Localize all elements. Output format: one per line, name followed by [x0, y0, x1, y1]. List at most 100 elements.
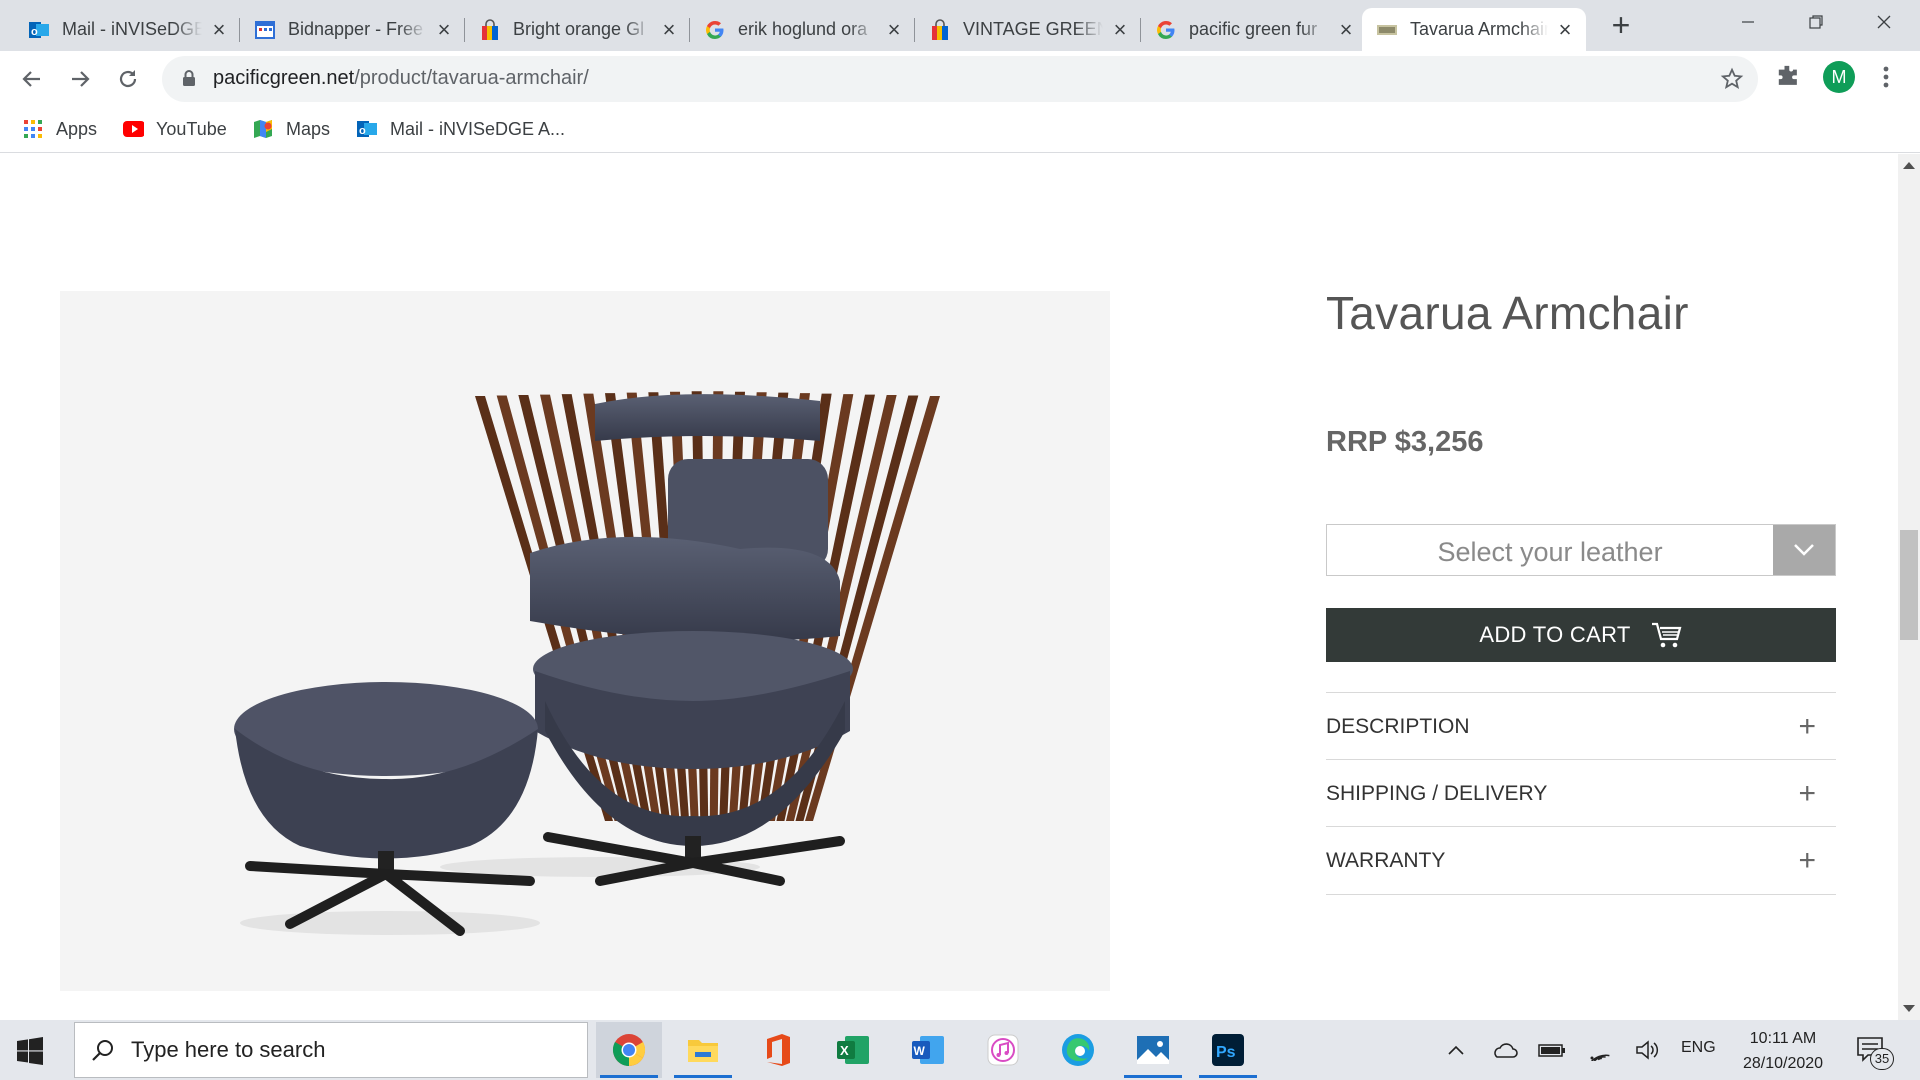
itunes-icon: [987, 1034, 1019, 1066]
svg-text:X: X: [840, 1043, 849, 1058]
scroll-up-arrow-icon[interactable]: [1903, 162, 1915, 169]
armchair-with-ottoman-photo: [234, 391, 940, 936]
web-page: Tavarua Armchair RRP $3,256 Select your …: [0, 154, 1898, 1020]
page-scrollbar[interactable]: [1898, 154, 1920, 1020]
close-window-button[interactable]: [1850, 0, 1918, 44]
notification-count-badge: 35: [1870, 1048, 1894, 1070]
tab-tavarua-armchair[interactable]: Tavarua Armchair ×: [1362, 8, 1586, 51]
svg-text:Ps: Ps: [1216, 1044, 1236, 1061]
maps-icon: [252, 118, 274, 140]
tab-title: Tavarua Armchair: [1410, 19, 1548, 39]
taskbar-clock[interactable]: 10:11 AM 28/10/2020: [1728, 1026, 1838, 1076]
product-title: Tavarua Armchair: [1326, 287, 1689, 339]
tab-erik-hoglund[interactable]: erik hoglund ora ×: [690, 8, 915, 51]
close-icon[interactable]: ×: [433, 18, 455, 41]
onedrive-cloud-icon: [1494, 1043, 1518, 1058]
apps-grid-icon: [22, 118, 44, 140]
tab-pacific-green-search[interactable]: pacific green fur ×: [1141, 8, 1367, 51]
youtube-icon: [122, 118, 144, 140]
arrow-left-icon: [22, 71, 40, 87]
volume-tray[interactable]: [1632, 1020, 1664, 1080]
bookmarks-bar: Apps YouTube Maps o Mail - iNVISeDGE A..…: [0, 107, 1920, 153]
tab-bidnapper[interactable]: Bidnapper - Free ×: [240, 8, 465, 51]
new-tab-button[interactable]: +: [1604, 9, 1638, 43]
calendar-icon: [254, 19, 276, 41]
minimize-button[interactable]: [1714, 0, 1782, 44]
accordion-description[interactable]: DESCRIPTION +: [1326, 692, 1836, 760]
reload-button[interactable]: [112, 63, 144, 95]
accordion-shipping-delivery[interactable]: SHIPPING / DELIVERY +: [1326, 759, 1836, 827]
address-bar[interactable]: pacificgreen.net/product/tavarua-armchai…: [162, 56, 1758, 102]
extensions-puzzle-icon[interactable]: [1775, 63, 1801, 89]
input-language[interactable]: ENG: [1681, 1039, 1716, 1057]
close-icon[interactable]: ×: [1109, 18, 1131, 41]
dropdown-toggle[interactable]: [1773, 525, 1835, 575]
wifi-tray[interactable]: [1584, 1020, 1616, 1080]
battery-icon: [1538, 1044, 1565, 1057]
taskbar-excel[interactable]: X: [820, 1022, 886, 1078]
photoshop-icon: Ps: [1212, 1034, 1244, 1066]
chevron-up-icon: [1448, 1045, 1464, 1055]
close-icon[interactable]: ×: [1335, 18, 1357, 41]
restore-button[interactable]: [1782, 0, 1850, 44]
file-explorer-icon: [688, 1040, 718, 1062]
bookmark-star-icon[interactable]: [1720, 67, 1744, 91]
back-button[interactable]: [16, 63, 48, 95]
google-icon: [704, 19, 726, 41]
tab-bright-orange[interactable]: Bright orange Gl ×: [465, 8, 690, 51]
outlook-icon: o: [28, 19, 50, 41]
tab-title: Bright orange Gl: [513, 19, 645, 39]
tab-title: erik hoglund ora: [738, 19, 868, 39]
taskbar-photoshop[interactable]: Ps: [1195, 1022, 1261, 1078]
plus-icon: +: [1798, 709, 1816, 743]
scroll-down-arrow-icon[interactable]: [1903, 1005, 1915, 1012]
wifi-icon: [1590, 1054, 1610, 1061]
close-icon[interactable]: ×: [1554, 18, 1576, 41]
profile-avatar[interactable]: M: [1823, 61, 1855, 93]
taskbar-search-box[interactable]: Type here to search: [74, 1022, 588, 1078]
svg-text:o: o: [31, 26, 38, 38]
taskbar-photos[interactable]: [1120, 1022, 1186, 1078]
arrow-right-icon: [72, 71, 90, 87]
windows-start-icon[interactable]: [16, 1037, 44, 1065]
close-icon[interactable]: ×: [208, 18, 230, 41]
site-favicon-icon: [1376, 19, 1398, 41]
battery-tray[interactable]: [1536, 1020, 1568, 1080]
onedrive-tray[interactable]: [1488, 1020, 1520, 1080]
clock-date: 28/10/2020: [1742, 1055, 1824, 1072]
shopping-bag-icon: [929, 18, 951, 41]
product-price: RRP $3,256: [1326, 426, 1484, 458]
scrollbar-thumb[interactable]: [1900, 530, 1918, 640]
taskbar-chrome[interactable]: [596, 1022, 662, 1078]
taskbar-itunes[interactable]: [970, 1022, 1036, 1078]
show-hidden-icons[interactable]: [1444, 1020, 1468, 1080]
accordion-warranty[interactable]: WARRANTY +: [1326, 826, 1836, 894]
add-to-cart-button[interactable]: ADD TO CART: [1326, 608, 1836, 662]
taskbar-word[interactable]: W: [895, 1022, 961, 1078]
bookmark-maps[interactable]: Maps: [252, 116, 330, 142]
plus-icon: +: [1798, 776, 1816, 810]
browser-toolbar: pacificgreen.net/product/tavarua-armchai…: [0, 51, 1920, 107]
tab-mail[interactable]: o Mail - iNVISeDGE A ×: [14, 8, 240, 51]
close-icon[interactable]: ×: [883, 18, 905, 41]
bookmark-apps[interactable]: Apps: [22, 116, 97, 142]
add-to-cart-label: ADD TO CART: [1479, 622, 1631, 647]
taskbar-office[interactable]: [745, 1022, 811, 1078]
leather-select[interactable]: Select your leather: [1326, 524, 1836, 576]
bookmark-mail[interactable]: o Mail - iNVISeDGE A...: [356, 116, 565, 142]
svg-text:W: W: [914, 1044, 926, 1058]
forward-button[interactable]: [64, 63, 96, 95]
photos-icon: [1137, 1036, 1169, 1064]
action-center-button[interactable]: 35: [1856, 1036, 1894, 1070]
close-icon[interactable]: ×: [658, 18, 680, 41]
bookmark-youtube[interactable]: YouTube: [122, 116, 227, 142]
windows-taskbar: Type here to search X W Ps ENG 10:11 AM …: [0, 1020, 1920, 1080]
taskbar-edge[interactable]: [1045, 1022, 1111, 1078]
shopping-cart-icon: [1651, 622, 1682, 648]
menu-kebab-icon[interactable]: [1876, 62, 1896, 92]
tab-vintage-green[interactable]: VINTAGE GREEN ×: [915, 8, 1141, 51]
tab-title: VINTAGE GREEN: [963, 19, 1103, 39]
taskbar-file-explorer[interactable]: [670, 1022, 736, 1078]
divider: [1326, 894, 1836, 895]
chevron-down-icon: [1794, 544, 1814, 556]
